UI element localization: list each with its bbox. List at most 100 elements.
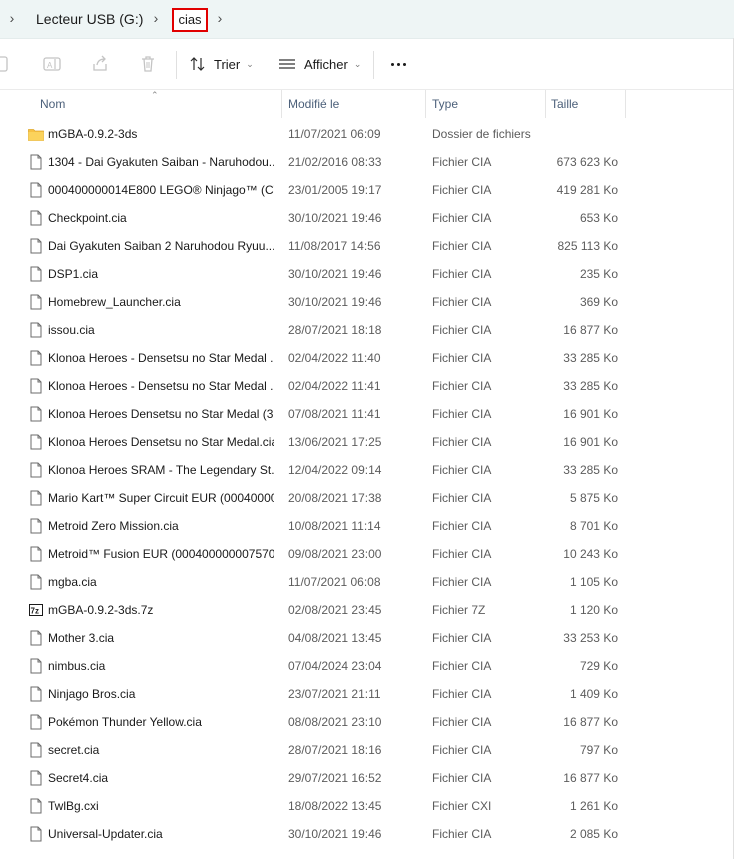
file-name: Klonoa Heroes Densetsu no Star Medal (3.… [48,407,274,421]
file-row[interactable]: nimbus.cia 07/04/2024 23:04 Fichier CIA 729… [0,652,734,680]
chevron-right-icon[interactable]: › [214,10,226,26]
file-row[interactable]: DSP1.cia 30/10/2021 19:46 Fichier CIA 235 K… [0,260,734,288]
column-resize-handle[interactable] [545,90,546,118]
file-size: 16 877 Ko [563,771,618,785]
file-icon [28,490,44,506]
file-type: Fichier CIA [432,743,492,757]
file-type: Fichier CIA [432,295,492,309]
file-name: Metroid Zero Mission.cia [48,519,179,533]
file-row[interactable]: Homebrew_Launcher.cia 30/10/2021 19:46 Fic… [0,288,734,316]
file-row[interactable]: Universal-Updater.cia 30/10/2021 19:46 Fic… [0,820,734,848]
file-size: 16 877 Ko [563,715,618,729]
file-icon [28,238,44,254]
file-modified: 28/07/2021 18:16 [288,743,382,757]
file-row[interactable]: Klonoa Heroes Densetsu no Star Medal.cia… [0,428,734,456]
file-type: Fichier CIA [432,211,492,225]
file-modified: 23/07/2021 21:11 [288,687,381,701]
file-modified: 07/08/2021 11:41 [288,407,381,421]
file-icon [28,518,44,534]
archive-7z-icon: 7z [28,602,44,618]
delete-icon[interactable] [138,54,158,74]
file-row[interactable]: Checkpoint.cia 30/10/2021 19:46 Fichier CI… [0,204,734,232]
file-row[interactable]: issou.cia 28/07/2021 18:18 Fichier CIA 16 8… [0,316,734,344]
file-row[interactable]: Klonoa Heroes - Densetsu no Star Medal .… [0,372,734,400]
file-type: Fichier CIA [432,659,492,673]
file-row[interactable]: mGBA-0.9.2-3ds 11/07/2021 06:09 Dossier de… [0,120,734,148]
file-row[interactable]: 1304 - Dai Gyakuten Saiban - Naruhodou..… [0,148,734,176]
chevron-right-icon[interactable]: › [150,10,162,26]
file-row[interactable]: Secret4.cia 29/07/2021 16:52 Fichier CIA 16… [0,764,734,792]
view-button[interactable]: Afficher ⌄ [278,52,361,76]
file-icon [28,574,44,590]
column-resize-handle[interactable] [425,90,426,118]
breadcrumb-drive[interactable]: Lecteur USB (G:) [36,10,143,28]
file-icon [28,630,44,646]
file-row[interactable]: Klonoa Heroes - Densetsu no Star Medal .… [0,344,734,372]
file-type: Fichier CIA [432,519,492,533]
file-row[interactable]: secret.cia 28/07/2021 18:16 Fichier CIA 797… [0,736,734,764]
share-icon[interactable] [90,54,110,74]
breadcrumb-current-folder[interactable]: cias [172,8,208,32]
file-row[interactable]: TwlBg.cxi 18/08/2022 13:45 Fichier CXI 1 26… [0,792,734,820]
file-modified: 11/08/2017 14:56 [288,239,381,253]
file-size: 1 261 Ko [569,799,618,813]
svg-text:7z: 7z [31,607,39,616]
file-row[interactable]: 7z mGBA-0.9.2-3ds.7z 02/08/2021 23:45 Fichi… [0,596,734,624]
file-row[interactable]: Mother 3.cia 04/08/2021 13:45 Fichier CIA 3… [0,624,734,652]
column-resize-handle[interactable] [625,90,626,118]
file-row[interactable]: Ninjago Bros.cia 23/07/2021 21:11 Fichier … [0,680,734,708]
file-size: 369 Ko [579,295,618,309]
rename-icon[interactable]: A [42,54,62,74]
file-name: Checkpoint.cia [48,211,127,225]
address-bar[interactable]: › Lecteur USB (G:) › cias › [0,0,734,39]
file-type: Fichier CIA [432,575,492,589]
file-size: 33 253 Ko [563,631,618,645]
file-row[interactable]: Pokémon Thunder Yellow.cia 08/08/2021 23:… [0,708,734,736]
column-header-modified[interactable]: Modifié le [288,96,339,112]
file-row[interactable]: mgba.cia 11/07/2021 06:08 Fichier CIA 1 105… [0,568,734,596]
file-icon [28,462,44,478]
file-row[interactable]: Metroid™ Fusion EUR (0004000000075700...… [0,540,734,568]
file-type: Fichier CIA [432,715,492,729]
file-row[interactable]: Metroid Zero Mission.cia 10/08/2021 11:14… [0,512,734,540]
column-header-type[interactable]: Type [432,96,458,112]
file-size: 2 085 Ko [569,827,618,841]
file-icon [28,714,44,730]
file-icon [28,770,44,786]
file-type: Fichier CIA [432,463,492,477]
file-size: 33 285 Ko [563,351,618,365]
file-type: Fichier CIA [432,407,492,421]
file-name: Secret4.cia [48,771,109,785]
file-name: Klonoa Heroes SRAM - The Legendary St... [48,463,274,477]
file-row[interactable]: Dai Gyakuten Saiban 2 Naruhodou Ryuu... 1… [0,232,734,260]
file-row[interactable]: 000400000014E800 LEGO® Ninjago™ (CT... 23… [0,176,734,204]
more-options-button[interactable] [388,52,408,76]
chevron-right-icon[interactable]: › [6,10,18,26]
file-name: Mario Kart™ Super Circuit EUR (00040000.… [48,491,274,505]
sort-button[interactable]: Trier ⌄ [190,52,254,76]
file-modified: 02/04/2022 11:40 [288,351,381,365]
file-name: mgba.cia [48,575,97,589]
column-header-size[interactable]: Taille [551,96,578,112]
file-size: 729 Ko [579,659,618,673]
copy-icon[interactable] [0,54,12,74]
column-header-name[interactable]: Nom [40,96,65,112]
column-resize-handle[interactable] [281,90,282,118]
file-name: mGBA-0.9.2-3ds.7z [48,603,154,617]
file-row[interactable]: Klonoa Heroes Densetsu no Star Medal (3.… [0,400,734,428]
file-icon [28,266,44,282]
view-icon [279,59,295,69]
file-row[interactable]: Klonoa Heroes SRAM - The Legendary St...… [0,456,734,484]
file-type: Fichier CIA [432,267,492,281]
file-name: Metroid™ Fusion EUR (0004000000075700... [48,547,274,561]
file-name: Mother 3.cia [48,631,115,645]
file-name: DSP1.cia [48,267,99,281]
file-type: Fichier CIA [432,771,492,785]
file-row[interactable]: Mario Kart™ Super Circuit EUR (00040000.… [0,484,734,512]
file-modified: 12/04/2022 09:14 [288,463,382,477]
file-modified: 29/07/2021 16:52 [288,771,382,785]
file-modified: 30/10/2021 19:46 [288,295,382,309]
file-modified: 21/02/2016 08:33 [288,155,382,169]
file-modified: 30/10/2021 19:46 [288,267,382,281]
file-type: Fichier CIA [432,491,492,505]
